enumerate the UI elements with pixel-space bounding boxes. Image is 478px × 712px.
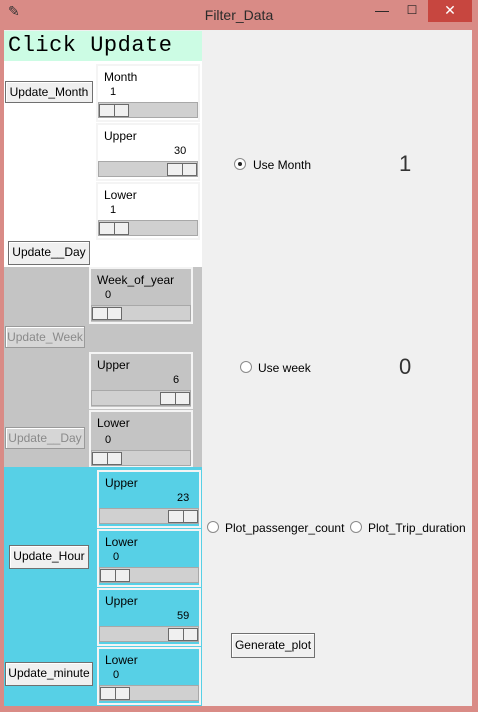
plot-trip-label[interactable]: Plot_Trip_duration (368, 521, 466, 535)
month-upper-scale: Upper 30 (96, 123, 200, 181)
update-week-button[interactable]: Update_Week (5, 326, 85, 348)
week-lower-scale: Lower 0 (89, 410, 193, 467)
minute-upper-value: 59 (177, 610, 190, 622)
month-lower-trough[interactable] (98, 220, 198, 236)
minute-upper-label: Upper (105, 594, 138, 608)
week-lower-value: 0 (105, 434, 112, 446)
minute-lower-value: 0 (113, 669, 120, 681)
month-lower-thumb[interactable] (99, 222, 129, 235)
click-update-header: Click Update (4, 31, 202, 61)
update-month-button[interactable]: Update_Month (5, 81, 93, 103)
hour-lower-label: Lower (105, 535, 138, 549)
hour-upper-label: Upper (105, 476, 138, 490)
plot-passenger-radio[interactable] (207, 521, 219, 533)
month-upper-thumb[interactable] (167, 163, 197, 176)
month-upper-trough[interactable] (98, 161, 198, 177)
week-lower-thumb[interactable] (92, 452, 122, 465)
update-minute-button[interactable]: Update_minute (5, 662, 93, 686)
month-scale: Month 1 (96, 64, 200, 122)
month-upper-value: 30 (174, 145, 187, 157)
hour-lower-trough[interactable] (99, 567, 199, 583)
month-lower-scale: Lower 1 (96, 182, 200, 240)
hour-lower-value: 0 (113, 551, 120, 563)
update-hour-button[interactable]: Update_Hour (9, 545, 89, 569)
week-of-year-value: 0 (105, 289, 112, 301)
week-upper-scale: Upper 6 (89, 352, 193, 409)
use-month-radio[interactable] (234, 158, 246, 170)
hour-upper-trough[interactable] (99, 508, 199, 524)
hour-upper-thumb[interactable] (168, 510, 198, 523)
month-display-value: 1 (399, 151, 412, 176)
month-upper-label: Upper (104, 129, 137, 143)
minute-upper-scale: Upper 59 (97, 588, 201, 646)
month-slider-thumb[interactable] (99, 104, 129, 117)
minute-lower-scale: Lower 0 (97, 647, 201, 705)
use-week-radio[interactable] (240, 361, 252, 373)
minimize-button[interactable]: — (368, 0, 396, 22)
maximize-button[interactable]: ☐ (398, 0, 426, 22)
month-slider-trough[interactable] (98, 102, 198, 118)
use-week-label[interactable]: Use week (258, 361, 311, 375)
week-upper-value: 6 (173, 374, 180, 386)
month-scale-value: 1 (110, 86, 117, 98)
week-lower-label: Lower (97, 416, 130, 430)
minute-lower-thumb[interactable] (100, 687, 130, 700)
update-day-button-2[interactable]: Update__Day (5, 427, 85, 449)
plot-passenger-label[interactable]: Plot_passenger_count (225, 521, 344, 535)
month-scale-label: Month (104, 70, 138, 84)
plot-trip-radio[interactable] (350, 521, 362, 533)
close-button[interactable]: ✕ (428, 0, 472, 22)
hour-lower-scale: Lower 0 (97, 529, 201, 587)
minute-upper-thumb[interactable] (168, 628, 198, 641)
week-of-year-trough[interactable] (91, 305, 191, 321)
week-lower-trough[interactable] (91, 450, 191, 466)
week-upper-thumb[interactable] (160, 392, 190, 405)
week-upper-trough[interactable] (91, 390, 191, 406)
update-day-button-1[interactable]: Update__Day (8, 241, 90, 265)
hour-lower-thumb[interactable] (100, 569, 130, 582)
generate-plot-button[interactable]: Generate_plot (231, 633, 315, 658)
minute-lower-label: Lower (105, 653, 138, 667)
hour-upper-value: 23 (177, 492, 190, 504)
week-of-year-thumb[interactable] (92, 307, 122, 320)
use-month-label[interactable]: Use Month (253, 158, 311, 172)
hour-upper-scale: Upper 23 (97, 470, 201, 528)
week-of-year-scale: Week_of_year 0 (89, 267, 193, 324)
minute-upper-trough[interactable] (99, 626, 199, 642)
week-display-value: 0 (399, 354, 412, 379)
week-upper-label: Upper (97, 358, 130, 372)
month-lower-value: 1 (110, 204, 117, 216)
minute-lower-trough[interactable] (99, 685, 199, 701)
week-of-year-label: Week_of_year (97, 273, 175, 287)
month-lower-label: Lower (104, 188, 137, 202)
